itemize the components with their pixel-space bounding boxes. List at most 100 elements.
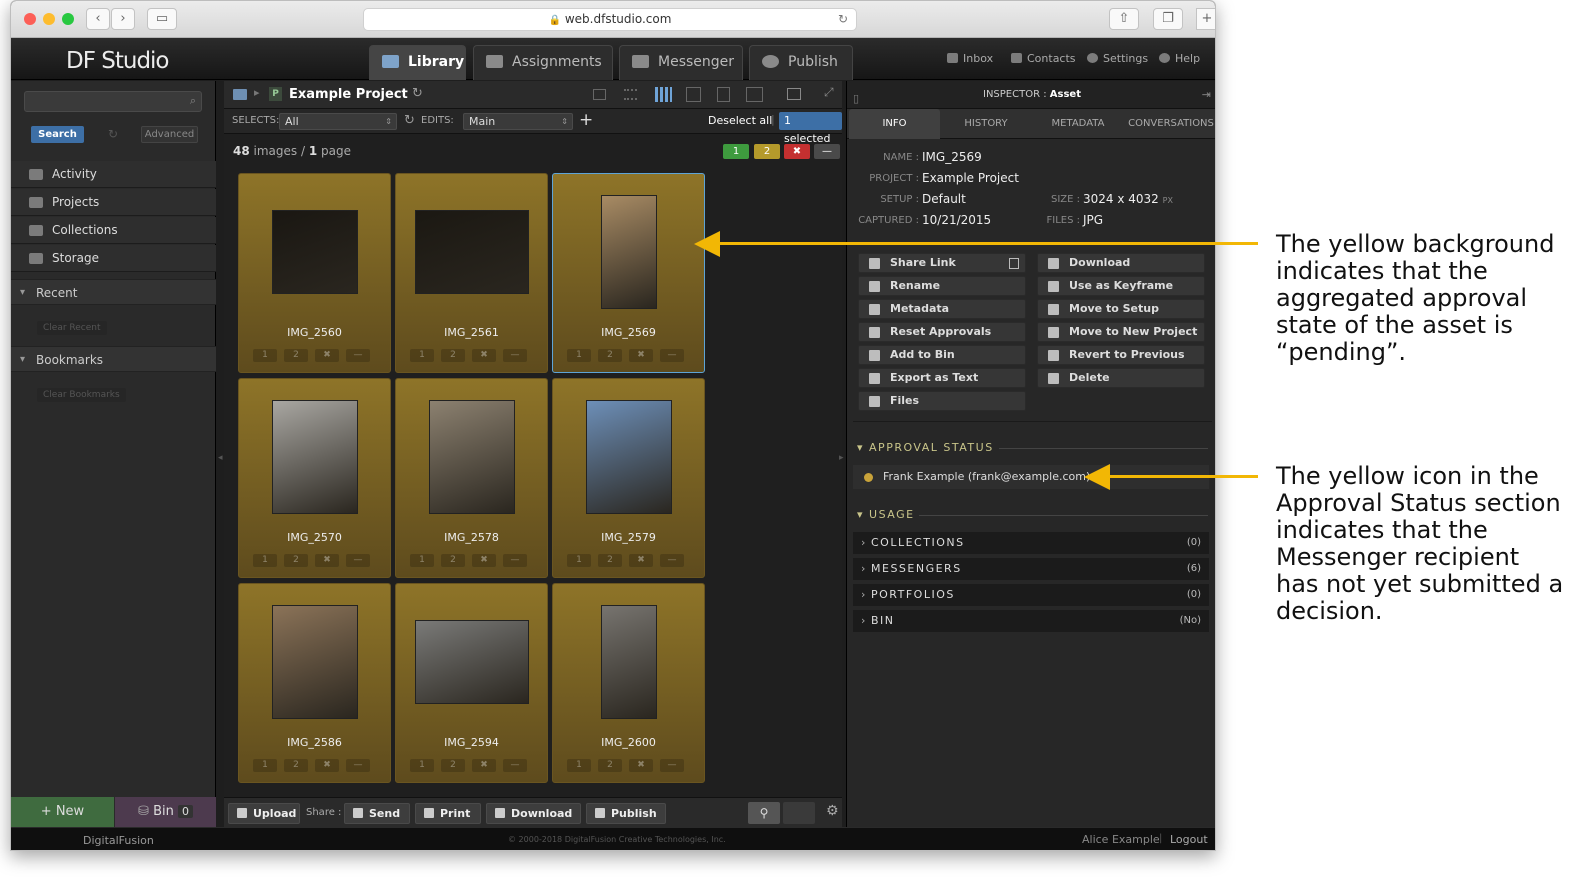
single-view-icon[interactable] <box>717 87 730 102</box>
approve-2-button[interactable]: 2 <box>284 349 308 362</box>
thumbnail-tile[interactable]: IMG_2600 1 2 ✖ — <box>552 583 705 783</box>
export-as-text-button[interactable]: Export as Text <box>858 368 1026 388</box>
list-view-icon[interactable] <box>593 89 606 100</box>
tab-info[interactable]: INFO <box>849 109 940 139</box>
delete-button[interactable]: Delete <box>1037 368 1205 388</box>
usage-heading[interactable]: ▾ USAGE <box>857 508 1208 521</box>
approve-1-button[interactable]: 1 <box>567 349 591 362</box>
print-button[interactable]: Print <box>415 803 481 824</box>
selects-dropdown[interactable]: All ⇕ <box>279 113 397 130</box>
settings-link[interactable]: Settings <box>1087 52 1148 65</box>
publish-button[interactable]: Publish <box>586 803 666 824</box>
sync-icon[interactable]: ↻ <box>404 113 415 128</box>
clear-approval-button[interactable]: — <box>660 759 684 772</box>
approve-1-button[interactable]: 1 <box>410 759 434 772</box>
approval-status-heading[interactable]: ▾ APPROVAL STATUS <box>857 441 1208 454</box>
refresh-project-icon[interactable]: ↻ <box>412 86 423 101</box>
binoculars-icon[interactable]: ⚲ <box>748 802 780 824</box>
deselect-all-link[interactable]: Deselect all <box>708 114 772 127</box>
thumbnail-image[interactable] <box>600 195 657 309</box>
approve-2-button[interactable]: 2 <box>284 554 308 567</box>
move-to-setup-button[interactable]: Move to Setup <box>1037 299 1205 319</box>
sidebar-toggle-icon[interactable]: ▭ <box>147 8 177 30</box>
approve-2-button[interactable]: 2 <box>598 759 622 772</box>
filter-approved-box[interactable]: 1 <box>723 144 749 159</box>
inbox-link[interactable]: Inbox <box>947 52 993 65</box>
metadata-button[interactable]: Metadata <box>858 299 1026 319</box>
thumbnail-tile[interactable]: IMG_2594 1 2 ✖ — <box>395 583 548 783</box>
reject-button[interactable]: ✖ <box>315 759 339 772</box>
share-link-button[interactable]: Share Link <box>858 253 1026 273</box>
duplicate-view-icon[interactable] <box>787 88 801 100</box>
tab-assignments[interactable]: Assignments <box>473 45 613 80</box>
thumbnail-tile[interactable]: IMG_2560 1 2 ✖ — <box>238 173 391 373</box>
compact-list-icon[interactable] <box>624 89 637 100</box>
forward-icon[interactable]: › <box>111 8 135 30</box>
library-breadcrumb-icon[interactable] <box>233 89 247 100</box>
reject-button[interactable]: ✖ <box>315 554 339 567</box>
reset-approvals-button[interactable]: Reset Approvals <box>858 322 1026 342</box>
approve-1-button[interactable]: 1 <box>253 554 277 567</box>
add-edit-icon[interactable]: + <box>579 110 593 130</box>
thumbnail-image[interactable] <box>600 605 657 719</box>
compare-view-icon[interactable] <box>746 87 763 102</box>
clear-approval-button[interactable]: — <box>660 349 684 362</box>
thumbnail-image[interactable] <box>585 400 672 514</box>
tab-messenger[interactable]: Messenger <box>619 45 743 80</box>
back-icon[interactable]: ‹ <box>86 8 110 30</box>
sidebar-item-collections[interactable]: Collections <box>11 217 216 244</box>
thumbnail-image[interactable] <box>414 620 529 704</box>
clear-approval-button[interactable]: — <box>346 554 370 567</box>
logout-link[interactable]: Logout <box>1170 833 1208 846</box>
clear-approval-button[interactable]: — <box>346 349 370 362</box>
tab-library[interactable]: Library <box>369 45 466 80</box>
approve-2-button[interactable]: 2 <box>598 554 622 567</box>
new-tab-icon[interactable]: + <box>1196 8 1215 30</box>
upload-button[interactable]: Upload <box>228 803 300 824</box>
approve-1-button[interactable]: 1 <box>253 349 277 362</box>
reject-button[interactable]: ✖ <box>472 759 496 772</box>
url-bar[interactable]: 🔒 web.dfstudio.com ↻ <box>363 8 857 31</box>
approve-1-button[interactable]: 1 <box>410 349 434 362</box>
clear-approval-button[interactable]: — <box>346 759 370 772</box>
move-to-new-project-button[interactable]: Move to New Project <box>1037 322 1205 342</box>
download-button[interactable]: Download <box>486 803 581 824</box>
approve-2-button[interactable]: 2 <box>441 349 465 362</box>
usage-bin[interactable]: BIN(No) <box>853 610 1209 632</box>
copy-link-icon[interactable] <box>1009 258 1019 269</box>
thumbnail-image[interactable] <box>428 400 515 514</box>
search-button[interactable]: Search <box>31 126 84 143</box>
bin-button[interactable]: ⛁ Bin 0 <box>115 797 216 827</box>
close-window-icon[interactable] <box>24 13 36 25</box>
download-button[interactable]: Download <box>1037 253 1205 273</box>
thumbnail-image[interactable] <box>271 210 358 294</box>
edits-dropdown[interactable]: Main ⇕ <box>463 113 573 130</box>
sidebar-item-storage[interactable]: Storage <box>11 245 216 272</box>
clear-approval-button[interactable]: — <box>503 554 527 567</box>
use-as-keyframe-button[interactable]: Use as Keyframe <box>1037 276 1205 296</box>
gear-icon[interactable]: ⚙ <box>826 803 839 819</box>
clear-approval-button[interactable]: — <box>503 759 527 772</box>
approve-1-button[interactable]: 1 <box>253 759 277 772</box>
filter-none-box[interactable]: — <box>814 144 840 159</box>
send-button[interactable]: Send <box>344 803 410 824</box>
reject-button[interactable]: ✖ <box>315 349 339 362</box>
refresh-icon[interactable]: ↻ <box>108 127 118 141</box>
approve-1-button[interactable]: 1 <box>567 759 591 772</box>
reject-button[interactable]: ✖ <box>472 349 496 362</box>
approve-1-button[interactable]: 1 <box>567 554 591 567</box>
tab-history[interactable]: HISTORY <box>940 109 1032 139</box>
new-button[interactable]: + New <box>11 797 114 827</box>
thumbnail-tile[interactable]: IMG_2561 1 2 ✖ — <box>395 173 548 373</box>
usage-portfolios[interactable]: PORTFOLIOS(0) <box>853 584 1209 606</box>
small-grid-icon[interactable] <box>655 87 672 102</box>
approve-2-button[interactable]: 2 <box>598 349 622 362</box>
tab-conversations[interactable]: CONVERSATIONS <box>1124 109 1215 139</box>
contacts-link[interactable]: Contacts <box>1011 52 1076 65</box>
revert-to-previous-button[interactable]: Revert to Previous <box>1037 345 1205 365</box>
collapse-sidebar-handle[interactable]: ◂ <box>218 453 223 463</box>
approve-1-button[interactable]: 1 <box>410 554 434 567</box>
minimize-window-icon[interactable] <box>43 13 55 25</box>
thumbnail-image[interactable] <box>271 605 358 719</box>
tab-metadata[interactable]: METADATA <box>1032 109 1124 139</box>
